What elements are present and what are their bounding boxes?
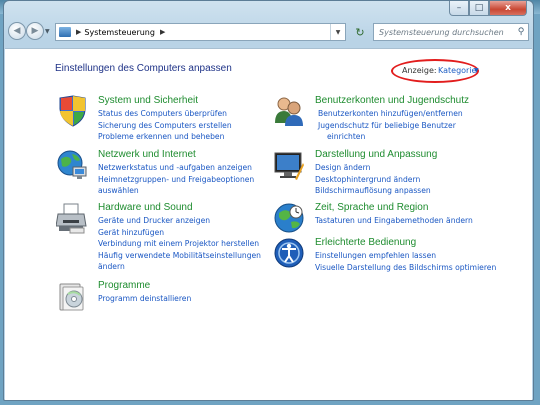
printer-icon[interactable] [56,202,88,234]
page-title: Einstellungen des Computers anpassen [55,63,232,74]
category-link[interactable]: ändern [98,261,261,273]
shield-flag-icon[interactable] [56,95,88,127]
category-links: Einstellungen empfehlen lassen Visuelle … [315,250,496,273]
category-link[interactable]: Status des Computers überprüfen [98,108,232,120]
category-title[interactable]: Zeit, Sprache und Region [315,202,428,213]
view-selector[interactable]: Anzeige: Kategorie ▼ [391,59,481,85]
clock-globe-icon[interactable] [273,202,305,234]
address-dropdown-icon[interactable]: ▼ [330,24,345,40]
address-bar[interactable]: ▶ Systemsteuerung ▶ ▼ [55,23,346,41]
navigation-bar: ◀ ▶ ▼ ▶ Systemsteuerung ▶ ▼ ↻ Systemsteu… [4,19,533,45]
category-link[interactable]: Einstellungen empfehlen lassen [315,250,496,262]
refresh-button[interactable]: ↻ [351,23,369,41]
search-input[interactable]: Systemsteuerung durchsuchen [379,28,514,37]
category-link[interactable]: Bildschirmauflösung anpassen [315,185,431,197]
category-title[interactable]: Benutzerkonten und Jugendschutz [315,95,469,106]
category-link[interactable]: Tastaturen und Eingabemethoden ändern [315,215,473,227]
control-panel-icon [59,27,71,37]
category-title[interactable]: System und Sicherheit [98,95,198,106]
breadcrumb-item[interactable]: Systemsteuerung [84,28,155,37]
category-link[interactable]: Jugendschutz für beliebige Benutzer [315,120,463,132]
category-title[interactable]: Hardware und Sound [98,202,193,213]
category-link[interactable]: auswählen [98,185,254,197]
category-title[interactable]: Programme [98,280,150,291]
search-icon[interactable]: ⚲ [514,27,528,37]
chevron-down-icon[interactable]: ▼ [474,67,479,74]
category-links: Status des Computers überprüfen Sicherun… [98,108,232,143]
ease-of-access-icon[interactable] [273,237,305,269]
category-link-label: Jugendschutz für beliebige Benutzer [318,120,456,130]
close-button[interactable]: x [489,1,527,16]
category-link[interactable]: Desktophintergrund ändern [315,174,431,186]
category-link[interactable]: Gerät hinzufügen [98,227,261,239]
control-panel-window: – □ x ◀ ▶ ▼ ▶ Systemsteuerung ▶ ▼ ↻ Syst… [3,0,534,401]
category-link[interactable]: Design ändern [315,162,431,174]
breadcrumb-chevron-icon[interactable]: ▶ [160,28,165,36]
breadcrumb-chevron-icon[interactable]: ▶ [76,28,81,36]
search-box[interactable]: Systemsteuerung durchsuchen ⚲ [373,23,529,41]
category-link[interactable]: einrichten [315,131,463,143]
maximize-button[interactable]: □ [469,1,489,16]
network-globe-icon[interactable] [56,149,88,181]
programs-icon[interactable] [56,280,88,312]
category-link[interactable]: Netzwerkstatus und -aufgaben anzeigen [98,162,254,174]
category-link[interactable]: Heimnetzgruppen- und Freigabeoptionen [98,174,254,186]
caption-buttons: – □ x [449,1,527,16]
category-link[interactable]: Visuelle Darstellung des Bildschirms opt… [315,262,496,274]
main-content: Einstellungen des Computers anpassen Anz… [5,48,532,400]
category-title[interactable]: Erleichterte Bedienung [315,237,416,248]
appearance-icon[interactable] [273,149,305,181]
category-links: Tastaturen und Eingabemethoden ändern [315,215,473,227]
forward-button[interactable]: ▶ [26,22,44,40]
category-links: Benutzerkonten hinzufügen/entfernen Juge… [315,108,463,143]
category-links: Programm deinstallieren [98,293,191,305]
category-link-label: Benutzerkonten hinzufügen/entfernen [318,109,463,118]
minimize-button[interactable]: – [449,1,469,16]
view-label: Anzeige: [402,66,437,75]
recent-pages-dropdown[interactable]: ▼ [45,28,50,35]
category-link[interactable]: Sicherung des Computers erstellen [98,120,232,132]
category-link[interactable]: Verbindung mit einem Projektor herstelle… [98,238,261,250]
back-button[interactable]: ◀ [8,22,26,40]
user-accounts-icon[interactable] [273,95,305,127]
category-links: Netzwerkstatus und -aufgaben anzeigen He… [98,162,254,197]
category-links: Geräte und Drucker anzeigen Gerät hinzuf… [98,215,261,273]
category-link[interactable]: Häufig verwendete Mobilitätseinstellunge… [98,250,261,262]
category-link[interactable]: Benutzerkonten hinzufügen/entfernen [315,108,463,120]
category-link[interactable]: Geräte und Drucker anzeigen [98,215,261,227]
category-title[interactable]: Darstellung und Anpassung [315,149,437,160]
view-dropdown[interactable]: Kategorie [438,66,476,75]
category-link[interactable]: Probleme erkennen und beheben [98,131,232,143]
refresh-icon: ↻ [355,25,365,39]
category-title[interactable]: Netzwerk und Internet [98,149,196,160]
category-link[interactable]: Programm deinstallieren [98,293,191,305]
category-links: Design ändern Desktophintergrund ändern … [315,162,431,197]
